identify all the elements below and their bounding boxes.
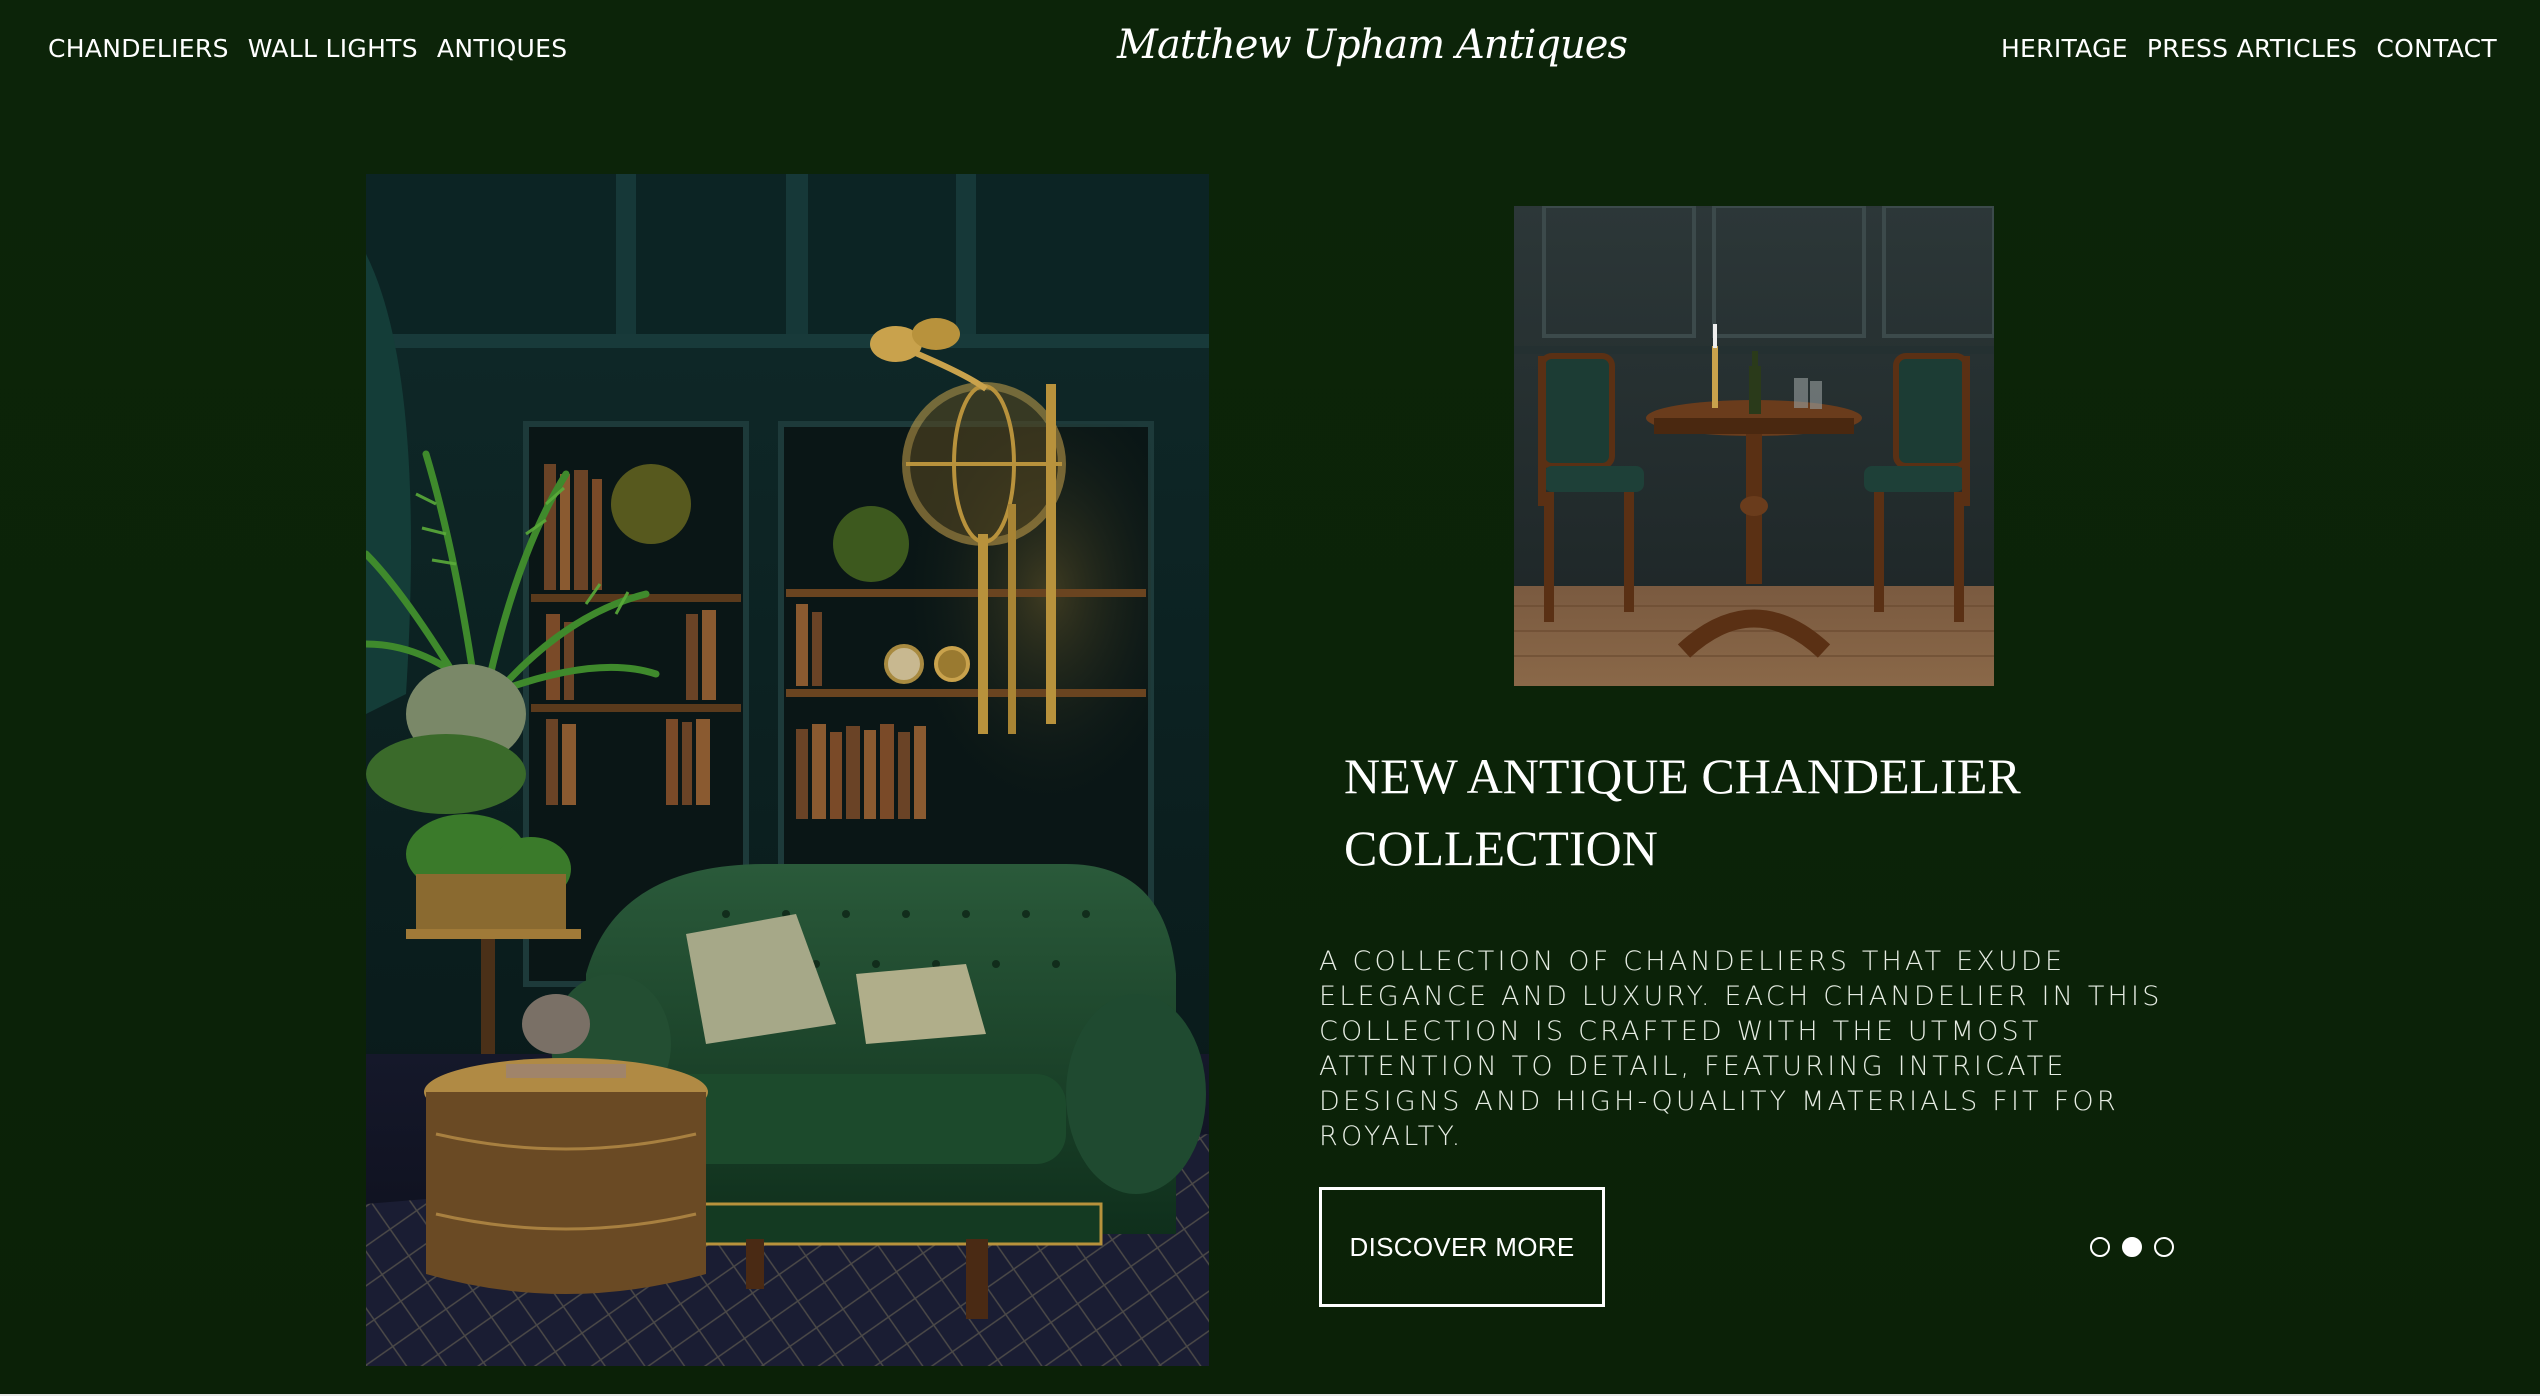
hero-image [366, 174, 1209, 1366]
hero-headline: NEW ANTIQUE CHANDELIER COLLECTION [1344, 748, 2021, 876]
nav-link-wall-lights[interactable]: WALL LIGHTS [248, 34, 418, 63]
primary-nav-right: HERITAGE PRESS ARTICLES CONTACT [2001, 34, 2497, 63]
slider-dot-3[interactable] [2154, 1237, 2174, 1257]
bistro-table-illustration [1514, 206, 1994, 686]
nav-link-antiques[interactable]: ANTIQUES [437, 34, 568, 63]
nav-link-contact[interactable]: CONTACT [2376, 34, 2497, 63]
slider-dot-1[interactable] [2090, 1237, 2110, 1257]
nav-link-heritage[interactable]: HERITAGE [2001, 34, 2128, 63]
nav-link-chandeliers[interactable]: CHANDELIERS [48, 34, 229, 63]
site-logo[interactable]: Matthew Upham Antiques [1117, 22, 1628, 68]
discover-more-button[interactable]: DISCOVER MORE [1319, 1187, 1605, 1307]
hero-description: A COLLECTION OF CHANDELIERS THAT EXUDE E… [1319, 946, 2163, 1152]
nav-link-press-articles[interactable]: PRESS ARTICLES [2147, 34, 2357, 63]
slider-pagination [2090, 1237, 2174, 1257]
side-image [1514, 206, 1994, 686]
slider-dot-2[interactable] [2122, 1237, 2142, 1257]
page: CHANDELIERS WALL LIGHTS ANTIQUES Matthew… [0, 0, 2540, 1396]
library-room-illustration [366, 174, 1209, 1366]
primary-nav-left: CHANDELIERS WALL LIGHTS ANTIQUES [48, 34, 567, 63]
